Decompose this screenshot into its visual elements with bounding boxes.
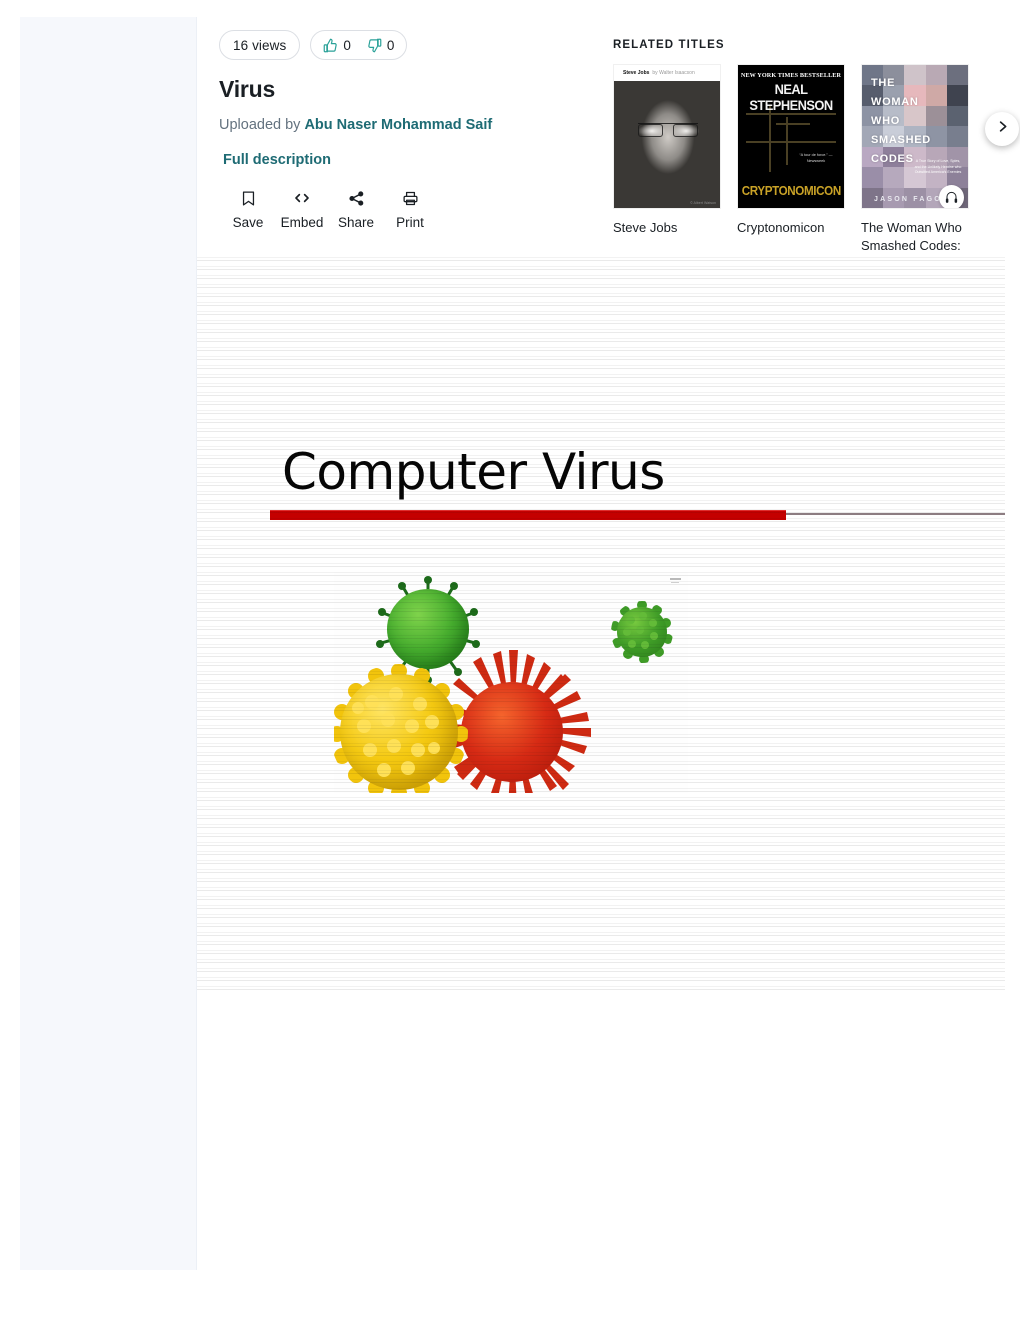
related-titles-heading: RELATED TITLES [613, 39, 725, 51]
cover-band: Steve Jobs by Walter Isaacson [614, 65, 720, 81]
views-label: 16 views [233, 37, 287, 53]
left-rail-panel [20, 17, 197, 1270]
like-button[interactable]: 0 [323, 38, 351, 53]
share-label: Share [337, 215, 375, 230]
cover-line: SMASHED [871, 133, 931, 146]
dislike-button[interactable]: 0 [367, 37, 395, 53]
small-green-virus-knobs [623, 612, 658, 649]
cover-band-author: by Walter Isaacson [652, 70, 695, 76]
red-virus [461, 682, 563, 782]
cover-line: WOMAN [871, 95, 919, 108]
slide-rule-accent [270, 510, 786, 520]
virus-particles-illustration [334, 572, 688, 793]
like-count: 0 [343, 37, 351, 53]
document-actions-toolbar: Save Embed Share Print [219, 187, 579, 230]
bookmark-icon [240, 187, 257, 209]
chevron-right-icon [995, 119, 1010, 139]
carousel-next-button[interactable] [985, 112, 1019, 146]
save-button[interactable]: Save [221, 187, 275, 230]
print-label: Print [396, 215, 424, 230]
cover-banner: NEW YORK TIMES BESTSELLER [740, 72, 842, 79]
share-button[interactable]: Share [329, 187, 383, 230]
cover-author: NEAL STEPHENSON [749, 81, 833, 113]
headphones-icon [939, 185, 964, 208]
related-title-label: Steve Jobs [613, 220, 678, 235]
uploaded-by-label: Uploaded by [219, 117, 301, 133]
cover-band-title: Steve Jobs [623, 70, 650, 76]
share-nodes-icon [348, 187, 365, 209]
cover-line: WHO [871, 114, 900, 127]
printer-icon [402, 187, 419, 209]
thumbs-up-icon [323, 38, 338, 53]
uploader-name-link[interactable]: Abu Naser Mohammad Saif [304, 117, 492, 133]
document-page-viewer[interactable]: Computer Virus [197, 255, 1005, 992]
full-description-link[interactable]: Full description [219, 152, 331, 168]
cover-title: CRYPTONOMICON [741, 184, 842, 198]
document-reader-page: 16 views 0 0 Virus Uploaded by Abu Naser… [0, 0, 1020, 1320]
cover-blurb: “A tour de force.” —Newsweek [799, 153, 833, 163]
book-cover-steve-jobs: Steve Jobs by Walter Isaacson © Albert W… [613, 64, 721, 209]
related-title-card[interactable]: Steve Jobs by Walter Isaacson © Albert W… [613, 64, 721, 255]
green-virus [387, 589, 469, 669]
thumbs-down-icon [367, 38, 382, 53]
stats-row: 16 views 0 0 [219, 30, 579, 60]
uploader-line: Uploaded by Abu Naser Mohammad Saif [219, 117, 579, 133]
related-titles-section: RELATED TITLES Steve Jobs by Walter Isaa… [613, 39, 1019, 255]
save-label: Save [232, 215, 264, 230]
related-title-label: The Woman Who Smashed Codes: A Tru [861, 220, 962, 253]
dislike-count: 0 [386, 37, 395, 53]
vote-badge: 0 0 [310, 30, 408, 60]
embed-label: Embed [280, 215, 324, 230]
cover-subtitle: A True Story of Love, Spies, and the Unl… [914, 158, 962, 175]
decorative-dash [670, 578, 681, 583]
code-brackets-icon [293, 187, 311, 209]
cover-line: THE [871, 77, 896, 89]
print-button[interactable]: Print [383, 187, 437, 230]
related-title-card[interactable]: THE WOMAN WHO SMASHED CODES A True Story… [861, 64, 969, 255]
glasses-art [638, 123, 698, 137]
slide-title: Computer Virus [282, 443, 665, 501]
cover-photo-credit: © Albert Watson [690, 201, 716, 205]
book-cover-woman-who-smashed-codes: THE WOMAN WHO SMASHED CODES A True Story… [861, 64, 969, 209]
yellow-virus-knobs [352, 687, 440, 777]
document-meta-column: 16 views 0 0 Virus Uploaded by Abu Naser… [219, 30, 579, 230]
portrait-art [614, 79, 720, 208]
page-title: Virus [219, 76, 276, 102]
related-title-card[interactable]: NEW YORK TIMES BESTSELLER NEAL STEPHENSO… [737, 64, 845, 255]
related-title-label: Cryptonomicon [737, 220, 825, 235]
embed-button[interactable]: Embed [275, 187, 329, 230]
views-badge: 16 views [219, 30, 301, 60]
book-cover-cryptonomicon: NEW YORK TIMES BESTSELLER NEAL STEPHENSO… [737, 64, 845, 209]
related-titles-carousel: Steve Jobs by Walter Isaacson © Albert W… [613, 64, 1019, 255]
